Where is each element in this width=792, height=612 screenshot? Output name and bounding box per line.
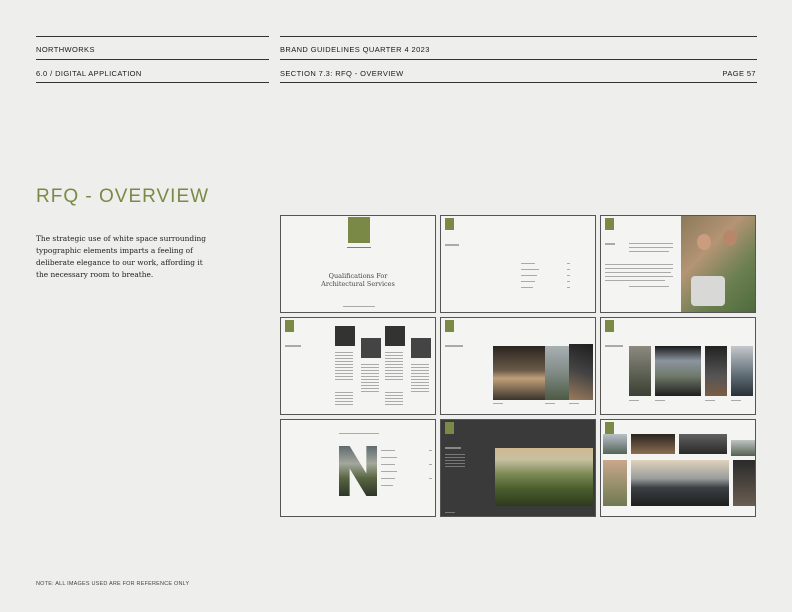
- photo-people: [681, 216, 755, 312]
- thumbnail-about: [600, 215, 756, 313]
- header-rule-bottom-left: [36, 82, 269, 83]
- n-logo-icon: [445, 422, 454, 434]
- thumbnail-team: [280, 317, 436, 415]
- portrait-1: [335, 326, 355, 346]
- brand-name: NORTHWORKS: [36, 45, 95, 54]
- n-logo-icon: [445, 320, 454, 332]
- photo-gallery-6: [631, 460, 729, 506]
- thumbnail-dark-project: [440, 419, 596, 517]
- header-rule-mid-left: [36, 59, 269, 60]
- photo-interior: [493, 346, 545, 400]
- header-rule-top-right: [280, 36, 757, 37]
- n-logo-icon: [605, 422, 614, 434]
- photo-exterior: [731, 346, 753, 396]
- n-logo-icon: [285, 320, 294, 332]
- photo-gallery-3: [679, 434, 727, 454]
- photo-n-shape: [339, 446, 377, 496]
- header-rule-mid-right: [280, 59, 757, 60]
- cover-title-line1: Qualifications For: [328, 272, 388, 280]
- thumbnail-experience: [280, 419, 436, 517]
- page-number: PAGE 57: [722, 69, 756, 78]
- page-title: RFQ - OVERVIEW: [36, 186, 210, 207]
- portrait-2: [361, 338, 381, 358]
- photo-gallery-4: [731, 440, 755, 456]
- thumbnail-grid: Qualifications For Architectural Service…: [280, 215, 757, 518]
- portrait-3: [385, 326, 405, 346]
- photo-window-view: [655, 346, 701, 396]
- photo-cabin: [705, 346, 727, 396]
- n-logo-icon: [605, 320, 614, 332]
- n-logo-icon: [348, 217, 370, 243]
- photo-trees: [629, 346, 651, 396]
- photo-gallery-5: [603, 460, 627, 506]
- header-rule-bottom-right: [280, 82, 757, 83]
- body-paragraph: The strategic use of white space surroun…: [36, 234, 206, 279]
- thumbnail-contents: [440, 215, 596, 313]
- n-logo-icon: [445, 218, 454, 230]
- reference-note: NOTE: ALL IMAGES USED ARE FOR REFERENCE …: [36, 581, 190, 587]
- photo-landscape: [545, 346, 569, 400]
- cover-title-line2: Architectural Services: [321, 280, 395, 288]
- photo-gallery-7: [733, 460, 755, 506]
- photo-building: [569, 344, 593, 400]
- thumbnail-gallery: [600, 419, 756, 517]
- n-logo-icon: [605, 218, 614, 230]
- photo-gallery-2: [631, 434, 675, 454]
- thumbnail-cover: Qualifications For Architectural Service…: [280, 215, 436, 313]
- thumbnail-project-2: [600, 317, 756, 415]
- section-label: SECTION 7.3: RFQ - OVERVIEW: [280, 69, 404, 78]
- photo-valley: [495, 448, 593, 506]
- document-title: BRAND GUIDELINES QUARTER 4 2023: [280, 45, 430, 54]
- thumbnail-project-1: [440, 317, 596, 415]
- photo-gallery-1: [603, 434, 627, 454]
- chapter-label: 6.0 / DIGITAL APPLICATION: [36, 69, 142, 78]
- portrait-4: [411, 338, 431, 358]
- header-rule-top-left: [36, 36, 269, 37]
